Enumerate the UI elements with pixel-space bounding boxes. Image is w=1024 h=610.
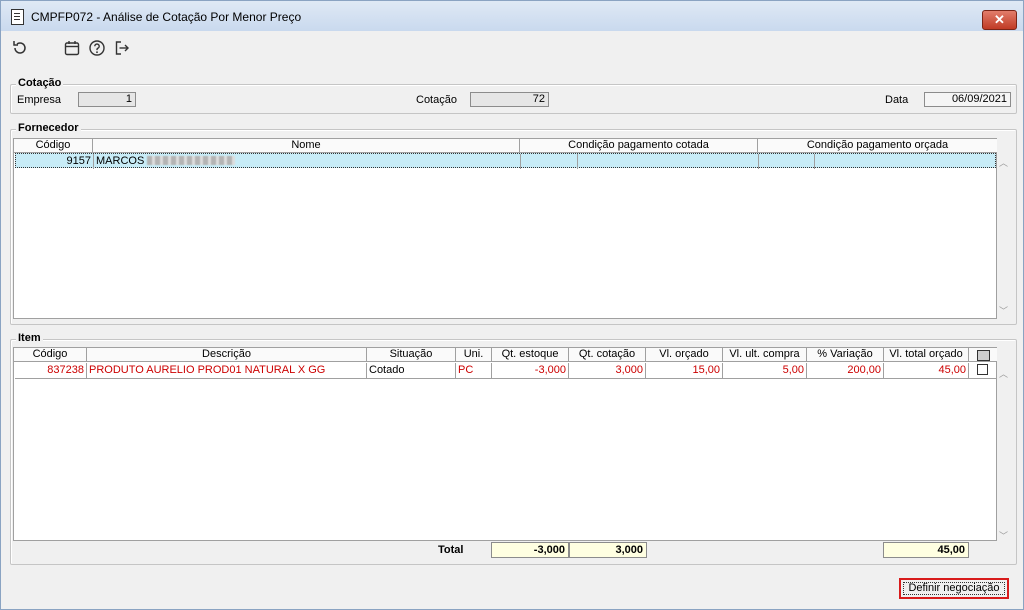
col-header-variacao[interactable]: % Variação	[807, 348, 884, 362]
col-header-vl-orcado[interactable]: Vl. orçado	[646, 348, 723, 362]
table-row[interactable]: 837238 PRODUTO AURELIO PROD01 NATURAL X …	[15, 363, 996, 379]
item-vl-ult-compra: 5,00	[723, 363, 807, 378]
fornecedor-legend: Fornecedor	[16, 122, 81, 134]
cotacao-field: 72	[470, 92, 549, 107]
cotacao-label: Cotação	[416, 94, 457, 106]
col-header-cond-orcada[interactable]: Condição pagamento orçada	[758, 139, 997, 153]
item-qt-cotacao: 3,000	[569, 363, 646, 378]
item-grid[interactable]: Código Descrição Situação Uni. Qt. estoq…	[13, 347, 997, 541]
data-field: 06/09/2021	[924, 92, 1011, 107]
fornecedor-nome: MARCOS	[96, 155, 145, 167]
close-button[interactable]: ✕	[982, 10, 1017, 30]
col-header-qt-estoque[interactable]: Qt. estoque	[492, 348, 569, 362]
scroll-up-icon[interactable]: ︿	[999, 156, 1008, 169]
col-header-select-all[interactable]	[969, 348, 997, 362]
col-header-codigo[interactable]: Código	[14, 348, 87, 362]
item-descricao: PRODUTO AURELIO PROD01 NATURAL X GG	[87, 363, 367, 378]
data-label: Data	[885, 94, 909, 106]
empresa-field: 1	[78, 92, 136, 107]
col-header-descricao[interactable]: Descrição	[87, 348, 367, 362]
select-all-checkbox[interactable]	[976, 350, 990, 361]
col-header-vl-total-orcado[interactable]: Vl. total orçado	[884, 348, 969, 362]
cond-cotada-desc	[578, 154, 759, 169]
col-header-nome[interactable]: Nome	[93, 139, 520, 153]
cond-orcada-desc	[815, 154, 996, 169]
col-header-qt-cotacao[interactable]: Qt. cotação	[569, 348, 646, 362]
refresh-icon[interactable]	[11, 39, 29, 57]
item-codigo: 837238	[15, 363, 87, 378]
scroll-up-icon[interactable]: ︿	[999, 367, 1008, 380]
cond-cotada-code	[521, 154, 578, 169]
total-qt-cotacao: 3,000	[569, 542, 647, 558]
scroll-down-icon[interactable]: ﹀	[999, 529, 1008, 542]
col-header-uni[interactable]: Uni.	[456, 348, 492, 362]
redacted-text	[147, 156, 236, 165]
help-icon[interactable]	[88, 39, 106, 57]
window-title: CMPFP072 - Análise de Cotação Por Menor …	[31, 10, 302, 24]
item-vl-orcado: 15,00	[646, 363, 723, 378]
document-icon	[11, 9, 24, 25]
fornecedor-codigo: 9157	[16, 154, 94, 169]
item-situacao: Cotado	[367, 363, 456, 378]
title-bar: CMPFP072 - Análise de Cotação Por Menor …	[1, 1, 1023, 31]
cond-orcada-code	[759, 154, 815, 169]
total-qt-estoque: -3,000	[491, 542, 569, 558]
col-header-cond-cotada[interactable]: Condição pagamento cotada	[520, 139, 758, 153]
total-label: Total	[438, 544, 464, 556]
item-qt-estoque: -3,000	[492, 363, 569, 378]
col-header-codigo[interactable]: Código	[14, 139, 93, 153]
item-uni: PC	[456, 363, 492, 378]
col-header-vl-ult-compra[interactable]: Vl. ult. compra	[723, 348, 807, 362]
item-variacao: 200,00	[807, 363, 884, 378]
item-legend: Item	[16, 332, 43, 344]
fornecedor-grid[interactable]: Código Nome Condição pagamento cotada Co…	[13, 138, 997, 319]
empresa-label: Empresa	[17, 94, 62, 106]
item-vl-total-orcado: 45,00	[884, 363, 969, 378]
table-row[interactable]: 9157 MARCOS	[15, 153, 996, 169]
col-header-situacao[interactable]: Situação	[367, 348, 456, 362]
define-negotiation-label: Definir negociação	[908, 582, 1000, 594]
exit-icon[interactable]	[113, 39, 131, 57]
item-select-checkbox[interactable]	[977, 364, 988, 375]
scroll-down-icon[interactable]: ﹀	[999, 304, 1008, 317]
fornecedor-nome-cell: MARCOS	[94, 154, 521, 169]
calendar-icon[interactable]	[63, 39, 81, 57]
total-vl-total-orcado: 45,00	[883, 542, 969, 558]
define-negotiation-button[interactable]: Definir negociação	[899, 578, 1009, 599]
cotacao-legend: Cotação	[16, 77, 64, 89]
app-window: CMPFP072 - Análise de Cotação Por Menor …	[0, 0, 1024, 610]
